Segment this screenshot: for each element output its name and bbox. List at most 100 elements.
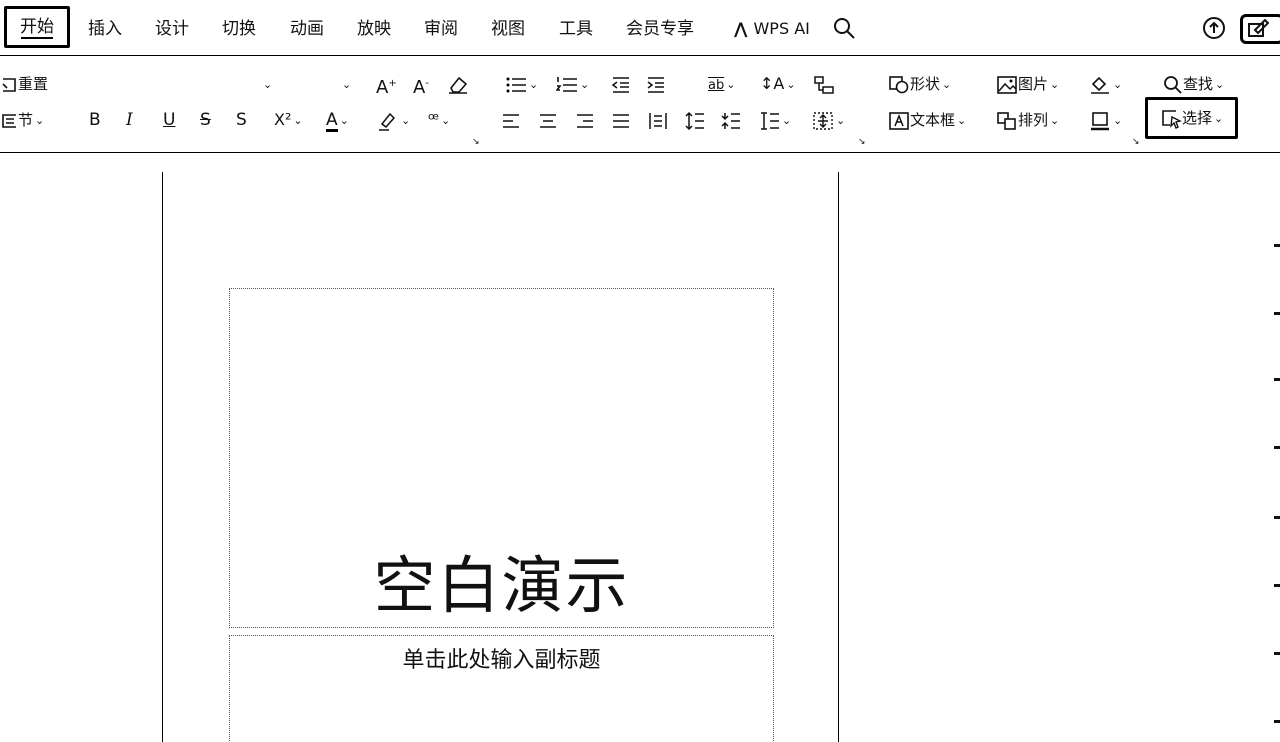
- chevron-down-icon: ⌄: [786, 78, 796, 91]
- panel-mark: [1274, 652, 1280, 655]
- tab-slideshow[interactable]: 放映: [357, 8, 391, 50]
- chevron-down-icon: ⌄: [1113, 114, 1123, 127]
- decrease-indent-button[interactable]: [611, 70, 631, 98]
- paragraph-dialog-launcher-icon[interactable]: ↘: [858, 137, 866, 147]
- font-size-dropdown[interactable]: ⌄: [340, 70, 351, 98]
- tab-animations[interactable]: 动画: [290, 8, 324, 50]
- distribute-icon: [649, 112, 667, 129]
- column-spacing-icon: [761, 111, 779, 130]
- outdent-icon: [611, 76, 629, 93]
- text-shadow-button[interactable]: S: [236, 106, 247, 134]
- panel-mark: [1274, 312, 1280, 315]
- subtitle-placeholder[interactable]: 单击此处输入副标题: [229, 635, 774, 742]
- chevron-down-icon: ⌄: [1050, 78, 1060, 91]
- drawing-dialog-launcher-icon[interactable]: ↘: [1132, 137, 1140, 147]
- tab-member[interactable]: 会员专享: [626, 8, 694, 50]
- slide-title: 空白演示: [373, 549, 630, 622]
- tab-design[interactable]: 设计: [155, 8, 189, 50]
- paragraph-spacing-button[interactable]: [721, 106, 741, 134]
- chevron-down-icon: ⌄: [1214, 112, 1224, 125]
- wps-ai-label: WPS AI: [753, 19, 810, 38]
- panel-mark: [1274, 378, 1280, 381]
- column-spacing-button[interactable]: ⌄: [760, 106, 791, 134]
- italic-button[interactable]: I: [126, 106, 133, 134]
- bold-button[interactable]: B: [89, 106, 101, 134]
- decrease-font-button[interactable]: A-: [413, 70, 429, 98]
- distribute-button[interactable]: [648, 106, 668, 134]
- text-direction-button[interactable]: ↕A ⌄: [760, 70, 796, 98]
- justify-icon: [613, 113, 629, 128]
- convert-to-smartart-button[interactable]: [813, 70, 835, 98]
- align-left-button[interactable]: [502, 106, 520, 134]
- numbered-list-button[interactable]: ⌄: [555, 70, 590, 98]
- textbox-button[interactable]: 文本框 ⌄: [888, 106, 966, 134]
- chevron-down-icon: ⌄: [1050, 114, 1060, 127]
- increase-font-button[interactable]: A+: [376, 70, 397, 98]
- search-icon[interactable]: [832, 16, 856, 40]
- chevron-down-icon: ⌄: [529, 78, 539, 91]
- chevron-down-icon: ⌄: [580, 78, 590, 91]
- slide-left-edge: [162, 172, 163, 742]
- panel-mark: [1274, 516, 1280, 519]
- underline-icon: U: [163, 110, 176, 130]
- share-button[interactable]: [1240, 14, 1280, 44]
- outline-button[interactable]: ⌄: [1089, 106, 1122, 134]
- highlight-button[interactable]: ⌄: [377, 106, 410, 134]
- smartart-icon: [814, 75, 834, 94]
- section-icon: [2, 113, 16, 128]
- align-center-button[interactable]: [539, 106, 557, 134]
- align-right-button[interactable]: [576, 106, 594, 134]
- ribbon-toolbar: 重置 ⌄ ⌄ A+ A- ⌄ ⌄ ab ⌄ ↕A ⌄ 形状 ⌄ 图片 ⌄ ⌄ 查…: [0, 57, 1280, 153]
- tab-transitions[interactable]: 切换: [222, 8, 256, 50]
- arrange-button[interactable]: 排列 ⌄: [996, 106, 1059, 134]
- title-placeholder[interactable]: 空白演示: [229, 288, 774, 628]
- bullet-list-button[interactable]: ⌄: [505, 70, 538, 98]
- shape-button[interactable]: 形状 ⌄: [888, 70, 951, 98]
- phonetic-guide-button[interactable]: ꟹ ⌄: [428, 106, 450, 134]
- app-window: 开始 插入 设计 切换 动画 放映 审阅 视图 工具 会员专享 ⋀ WPS AI: [0, 0, 1280, 742]
- tab-view[interactable]: 视图: [491, 8, 525, 50]
- section-button[interactable]: 节 ⌄: [0, 106, 44, 134]
- reset-button[interactable]: 重置: [0, 70, 48, 98]
- wps-ai-icon: ⋀: [734, 19, 748, 38]
- text-spacing-button[interactable]: ab ⌄: [708, 70, 735, 98]
- font-dialog-launcher-icon[interactable]: ↘: [472, 137, 480, 147]
- find-button[interactable]: 查找 ⌄: [1163, 70, 1224, 98]
- select-button[interactable]: 选择 ⌄: [1145, 97, 1239, 139]
- chevron-down-icon: ⌄: [342, 78, 352, 91]
- fill-button[interactable]: ⌄: [1089, 70, 1122, 98]
- active-tab-underline: [21, 37, 53, 39]
- tab-insert[interactable]: 插入: [88, 8, 122, 50]
- chevron-down-icon: ⌄: [942, 78, 952, 91]
- slide-right-edge: [838, 172, 839, 742]
- textbox-label: 文本框: [910, 111, 956, 129]
- align-left-icon: [503, 113, 519, 128]
- indent-icon: [647, 76, 664, 93]
- text-align-vertical-button[interactable]: ⌄: [812, 106, 845, 134]
- eraser-icon: [449, 76, 468, 94]
- highlighter-icon: [379, 112, 396, 131]
- font-color-button[interactable]: A ⌄: [326, 106, 349, 134]
- clear-format-button[interactable]: [447, 70, 469, 98]
- tab-tools[interactable]: 工具: [559, 8, 593, 50]
- wps-ai-button[interactable]: ⋀ WPS AI: [734, 8, 810, 50]
- increase-font-icon: A+: [376, 77, 397, 98]
- strikethrough-button[interactable]: S: [200, 106, 211, 134]
- chevron-down-icon: ⌄: [726, 78, 736, 91]
- phonetic-icon: ꟹ: [428, 110, 439, 130]
- justify-button[interactable]: [612, 106, 630, 134]
- line-spacing-button[interactable]: [685, 106, 705, 134]
- panel-mark: [1274, 446, 1280, 449]
- tab-review[interactable]: 审阅: [424, 8, 458, 50]
- increase-indent-button[interactable]: [646, 70, 666, 98]
- outline-icon: [1091, 111, 1109, 130]
- picture-button[interactable]: 图片 ⌄: [996, 70, 1059, 98]
- reset-label: 重置: [18, 75, 49, 93]
- tab-home[interactable]: 开始: [4, 6, 70, 48]
- chevron-down-icon: ⌄: [293, 114, 303, 127]
- layout-dropdown[interactable]: ⌄: [261, 70, 272, 98]
- right-panel-edge: [1272, 154, 1280, 742]
- cloud-upload-icon[interactable]: [1202, 16, 1226, 40]
- underline-button[interactable]: U: [163, 106, 175, 134]
- superscript-button[interactable]: X² ⌄: [274, 106, 303, 134]
